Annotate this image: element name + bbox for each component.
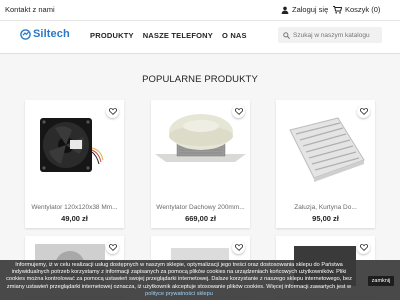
cookie-text-block: Informujemy, iż w celu realizacji usług … bbox=[4, 262, 354, 298]
product-price: 669,00 zł bbox=[185, 214, 216, 223]
add-to-wishlist-button[interactable] bbox=[106, 105, 119, 118]
heart-icon bbox=[234, 244, 243, 251]
cart-link[interactable]: Koszyk (0) bbox=[333, 5, 380, 14]
add-to-wishlist-button[interactable] bbox=[232, 241, 245, 254]
login-label: Zaloguj się bbox=[292, 5, 329, 14]
logo-mark-icon bbox=[20, 28, 31, 40]
add-to-wishlist-button[interactable] bbox=[232, 105, 245, 118]
main-header: Siltech PRODUKTY NASZE TELEFONY O NAS bbox=[0, 21, 400, 54]
nav-item-o-nas[interactable]: O NAS bbox=[222, 31, 247, 40]
add-to-wishlist-button[interactable] bbox=[357, 105, 370, 118]
privacy-policy-link[interactable]: polityce prywatności sklepu bbox=[145, 291, 213, 297]
cookie-message: Informujemy, iż w celu realizacji usług … bbox=[6, 262, 352, 290]
main-nav: PRODUKTY NASZE TELEFONY O NAS bbox=[90, 31, 247, 40]
heart-icon bbox=[359, 244, 368, 251]
product-card[interactable]: Wentylator 120x120x38 Mm... 49,00 zł bbox=[25, 100, 124, 228]
heart-icon bbox=[359, 108, 368, 115]
product-name[interactable]: Wentylator 120x120x38 Mm... bbox=[25, 204, 124, 211]
login-link[interactable]: Zaloguj się bbox=[281, 5, 328, 14]
heart-icon bbox=[108, 108, 117, 115]
site-logo[interactable]: Siltech bbox=[20, 28, 70, 40]
product-price: 49,00 zł bbox=[61, 214, 88, 223]
top-utility-bar: Kontakt z nami Zaloguj się Koszyk (0) bbox=[0, 0, 400, 21]
nav-item-produkty[interactable]: PRODUKTY bbox=[90, 31, 134, 40]
add-to-wishlist-button[interactable] bbox=[357, 241, 370, 254]
product-card[interactable]: Wentylator Dachowy 200mm... 669,00 zł bbox=[151, 100, 250, 228]
nav-item-nasze-telefony[interactable]: NASZE TELEFONY bbox=[143, 31, 213, 40]
cart-label: Koszyk (0) bbox=[345, 5, 381, 14]
product-name[interactable]: Wentylator Dachowy 200mm... bbox=[151, 204, 250, 211]
heart-icon bbox=[234, 108, 243, 115]
user-icon bbox=[281, 6, 289, 14]
brand-name: Siltech bbox=[33, 28, 70, 40]
heart-icon bbox=[108, 244, 117, 251]
search-icon[interactable] bbox=[283, 31, 290, 39]
product-card[interactable]: Żaluzja, Kurtyna Do... 95,00 zł bbox=[276, 100, 375, 228]
search-box[interactable] bbox=[278, 27, 382, 43]
add-to-wishlist-button[interactable] bbox=[106, 241, 119, 254]
cart-icon bbox=[333, 5, 342, 14]
contact-link[interactable]: Kontakt z nami bbox=[5, 5, 55, 14]
cookie-close-button[interactable]: zamknij bbox=[368, 276, 394, 286]
product-price: 95,00 zł bbox=[312, 214, 339, 223]
cookie-banner: Informujemy, iż w celu realizacji usług … bbox=[0, 260, 400, 300]
product-name[interactable]: Żaluzja, Kurtyna Do... bbox=[276, 204, 375, 211]
search-input[interactable] bbox=[293, 31, 379, 39]
section-title: POPULARNE PRODUKTY bbox=[142, 74, 258, 85]
